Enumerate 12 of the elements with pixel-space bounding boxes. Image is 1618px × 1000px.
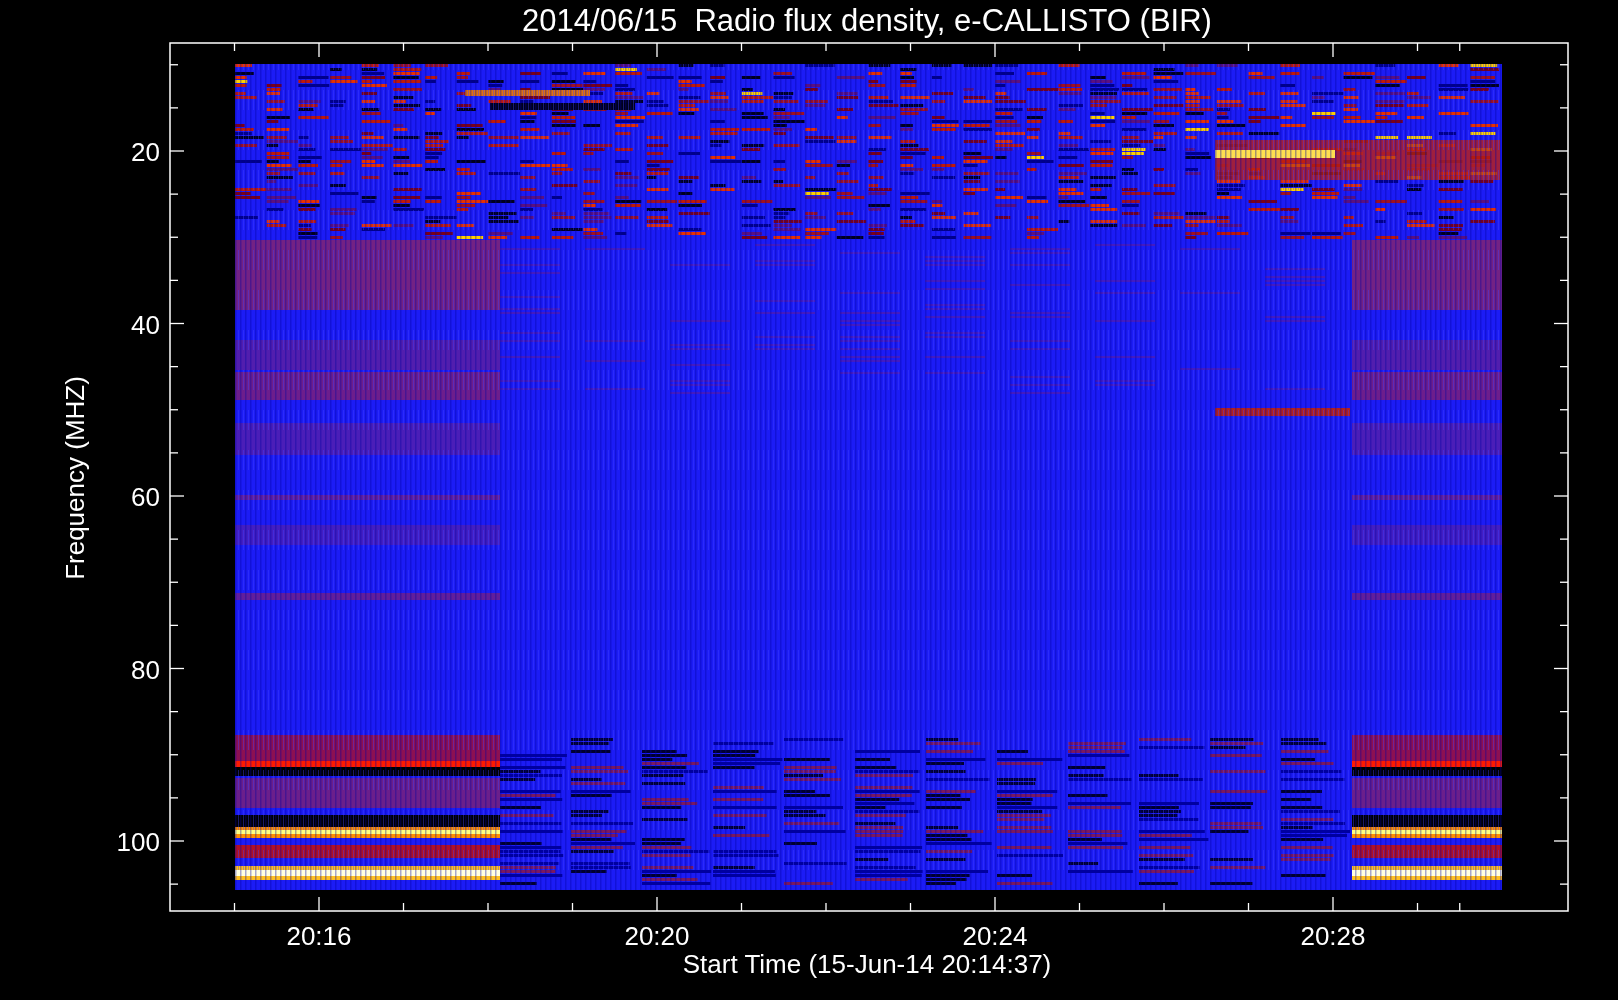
axis-label: Start Time (15-Jun-14 20:14:37) [682, 949, 1052, 979]
tick-label: 100 [116, 827, 160, 857]
tick-label: 20 [131, 137, 160, 167]
tick-label: 80 [131, 654, 160, 685]
tick-label: 40 [131, 309, 160, 340]
tick-label: 20:28 [1300, 921, 1366, 951]
tick-label: 20:20 [624, 921, 690, 951]
axis-label: Frequency (MHZ) [60, 376, 90, 580]
chart-title: 2014/06/15 Radio flux density, e-CALLISTO (BIR) [522, 3, 1212, 38]
tick-label: 60 [131, 482, 160, 512]
tick-label: 20:24 [962, 921, 1028, 951]
tick-label: 20:16 [286, 921, 352, 951]
